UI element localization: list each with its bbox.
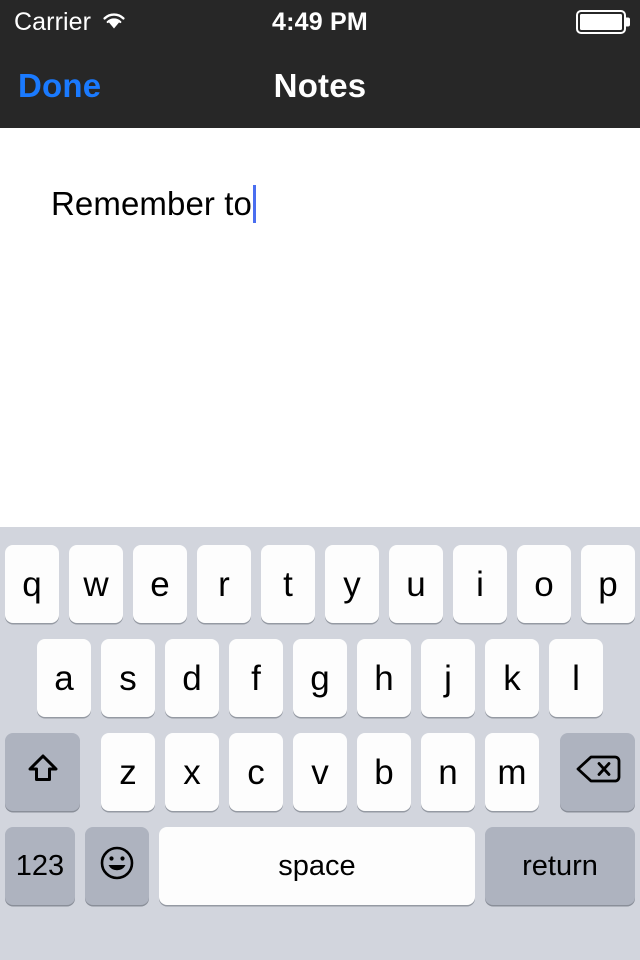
- shift-key[interactable]: [5, 733, 80, 811]
- keyboard-row-3-letters: z x c v b n m: [101, 733, 539, 811]
- key-i[interactable]: i: [453, 545, 507, 623]
- key-l[interactable]: l: [549, 639, 603, 717]
- key-g[interactable]: g: [293, 639, 347, 717]
- key-v[interactable]: v: [293, 733, 347, 811]
- note-text-line: Remember to: [51, 184, 640, 224]
- key-j[interactable]: j: [421, 639, 475, 717]
- return-key[interactable]: return: [485, 827, 635, 905]
- key-r[interactable]: r: [197, 545, 251, 623]
- key-c[interactable]: c: [229, 733, 283, 811]
- key-x[interactable]: x: [165, 733, 219, 811]
- key-f[interactable]: f: [229, 639, 283, 717]
- notes-app-screen: Carrier 4:49 PM Done Notes Remember to q…: [0, 0, 640, 960]
- note-text-editor[interactable]: Remember to: [0, 128, 640, 527]
- key-q[interactable]: q: [5, 545, 59, 623]
- keyboard-row-1: q w e r t y u i o p: [0, 545, 640, 623]
- key-p[interactable]: p: [581, 545, 635, 623]
- note-text-content: Remember to: [51, 185, 253, 222]
- key-e[interactable]: e: [133, 545, 187, 623]
- battery-full-icon: [576, 10, 630, 34]
- key-n[interactable]: n: [421, 733, 475, 811]
- carrier-label: Carrier: [14, 7, 92, 36]
- onscreen-keyboard: q w e r t y u i o p a s d f g h j k l z …: [0, 527, 640, 960]
- backspace-icon: [575, 752, 621, 792]
- keyboard-row-4: 123 space return: [0, 827, 640, 905]
- navigation-bar: Done Notes: [0, 44, 640, 128]
- numeric-key[interactable]: 123: [5, 827, 75, 905]
- key-d[interactable]: d: [165, 639, 219, 717]
- shift-icon: [23, 749, 63, 795]
- backspace-key[interactable]: [560, 733, 635, 811]
- status-bar: Carrier 4:49 PM: [0, 0, 640, 44]
- emoji-icon: [97, 843, 137, 889]
- key-s[interactable]: s: [101, 639, 155, 717]
- key-k[interactable]: k: [485, 639, 539, 717]
- key-y[interactable]: y: [325, 545, 379, 623]
- key-o[interactable]: o: [517, 545, 571, 623]
- space-key[interactable]: space: [159, 827, 475, 905]
- key-u[interactable]: u: [389, 545, 443, 623]
- key-z[interactable]: z: [101, 733, 155, 811]
- text-cursor: [253, 185, 257, 223]
- keyboard-row-2: a s d f g h j k l: [0, 639, 640, 717]
- key-t[interactable]: t: [261, 545, 315, 623]
- key-a[interactable]: a: [37, 639, 91, 717]
- done-button[interactable]: Done: [18, 67, 101, 105]
- key-w[interactable]: w: [69, 545, 123, 623]
- status-bar-left: Carrier: [14, 8, 127, 37]
- key-m[interactable]: m: [485, 733, 539, 811]
- emoji-key[interactable]: [85, 827, 149, 905]
- wifi-icon: [101, 10, 127, 35]
- status-bar-right: [576, 10, 630, 34]
- keyboard-row-3: z x c v b n m: [0, 733, 640, 811]
- key-b[interactable]: b: [357, 733, 411, 811]
- key-h[interactable]: h: [357, 639, 411, 717]
